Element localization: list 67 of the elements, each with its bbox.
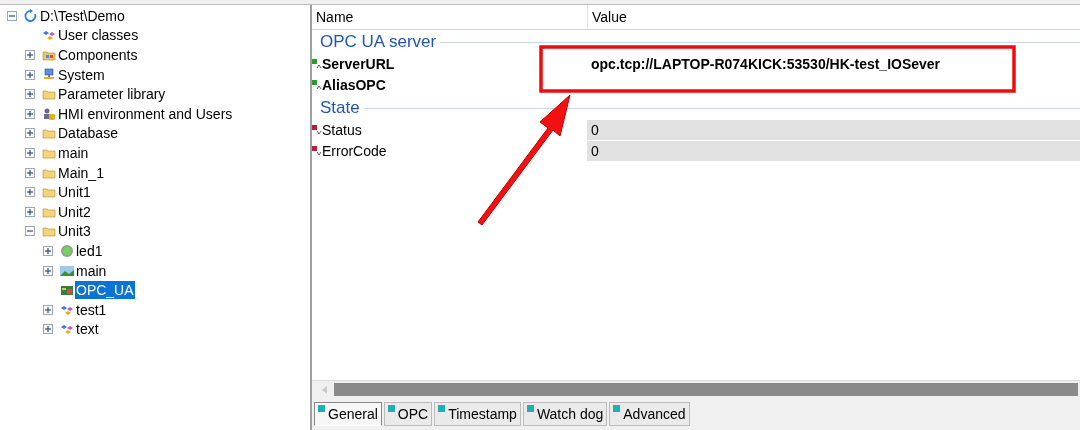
folder-icon <box>42 126 56 141</box>
cube-icon <box>318 405 325 412</box>
tree-item[interactable]: test1 <box>75 300 108 319</box>
computer-icon <box>42 67 56 82</box>
tree-item[interactable]: main <box>75 261 108 280</box>
tree-item[interactable]: Unit1 <box>57 183 92 202</box>
expand-icon[interactable] <box>25 147 35 158</box>
cube-icon <box>613 405 621 412</box>
expand-icon[interactable] <box>25 128 35 139</box>
property-name: ErrorCode <box>322 142 387 161</box>
tree-item[interactable]: OPC_UA <box>75 281 135 300</box>
refresh-icon <box>24 8 38 23</box>
tree-item[interactable]: System <box>57 65 106 84</box>
expand-icon[interactable] <box>25 187 35 198</box>
expand-icon[interactable] <box>25 108 35 119</box>
tree-item[interactable]: Database <box>57 124 119 143</box>
expand-icon[interactable] <box>43 304 53 315</box>
tree-item[interactable]: main <box>57 143 90 162</box>
tab[interactable]: OPC <box>383 402 433 426</box>
property-value[interactable]: 0 <box>591 140 599 162</box>
led-icon <box>60 243 74 258</box>
tree-item[interactable]: Unit3 <box>57 222 92 241</box>
tab[interactable]: Timestamp <box>434 402 521 426</box>
cubes-icon <box>42 28 56 43</box>
tree-item[interactable]: text <box>75 320 100 339</box>
expand-icon[interactable] <box>43 265 53 276</box>
scrollbar-thumb[interactable] <box>334 383 1078 396</box>
expand-icon[interactable] <box>25 89 35 100</box>
column-header[interactable]: Name <box>316 6 354 28</box>
section-title: State <box>320 97 360 120</box>
expand-icon[interactable] <box>25 69 35 80</box>
collapse-icon[interactable] <box>7 10 17 21</box>
tree-item[interactable]: User classes <box>57 26 140 45</box>
landscape-icon <box>60 263 74 278</box>
tree-item[interactable]: Main_1 <box>57 163 105 182</box>
property-value[interactable]: opc.tcp://LAPTOP-R074KICK:53530/HK-test_IOSever <box>591 54 941 75</box>
property-name: Status <box>322 121 362 140</box>
property-value[interactable]: 0 <box>591 119 599 141</box>
folder-icon <box>42 48 56 62</box>
tree-item[interactable]: led1 <box>75 241 104 260</box>
cube-icon <box>438 405 446 412</box>
tab[interactable]: Watch dog <box>522 402 608 426</box>
expand-icon[interactable] <box>25 50 35 60</box>
tree-item[interactable]: Unit2 <box>57 202 92 221</box>
property-name: AliasOPC <box>322 76 386 95</box>
expand-icon[interactable] <box>25 167 35 178</box>
cube-icon <box>387 405 395 412</box>
cube-icon <box>526 405 534 412</box>
tab[interactable]: Advanced <box>609 402 690 426</box>
expand-icon[interactable] <box>43 245 53 256</box>
tree-item[interactable]: HMI environment and Users <box>57 104 234 123</box>
column-header[interactable]: Value <box>592 6 627 28</box>
tree-item[interactable]: D:\Test\Demo <box>39 6 126 25</box>
folder-icon <box>42 185 56 200</box>
folder-icon <box>42 224 56 239</box>
module-icon <box>60 283 74 298</box>
collapse-icon[interactable] <box>25 226 35 237</box>
tab[interactable]: General <box>314 402 382 426</box>
tree-item[interactable]: Components <box>57 46 139 64</box>
folder-icon <box>42 87 56 102</box>
expand-icon[interactable] <box>43 324 53 335</box>
expand-icon[interactable] <box>25 206 35 217</box>
cubes-icon <box>60 322 74 337</box>
property-name: ServerURL <box>322 55 395 74</box>
tree-item[interactable]: Parameter library <box>57 85 167 104</box>
section-title: OPC UA server <box>320 31 437 54</box>
users-icon <box>42 106 56 121</box>
